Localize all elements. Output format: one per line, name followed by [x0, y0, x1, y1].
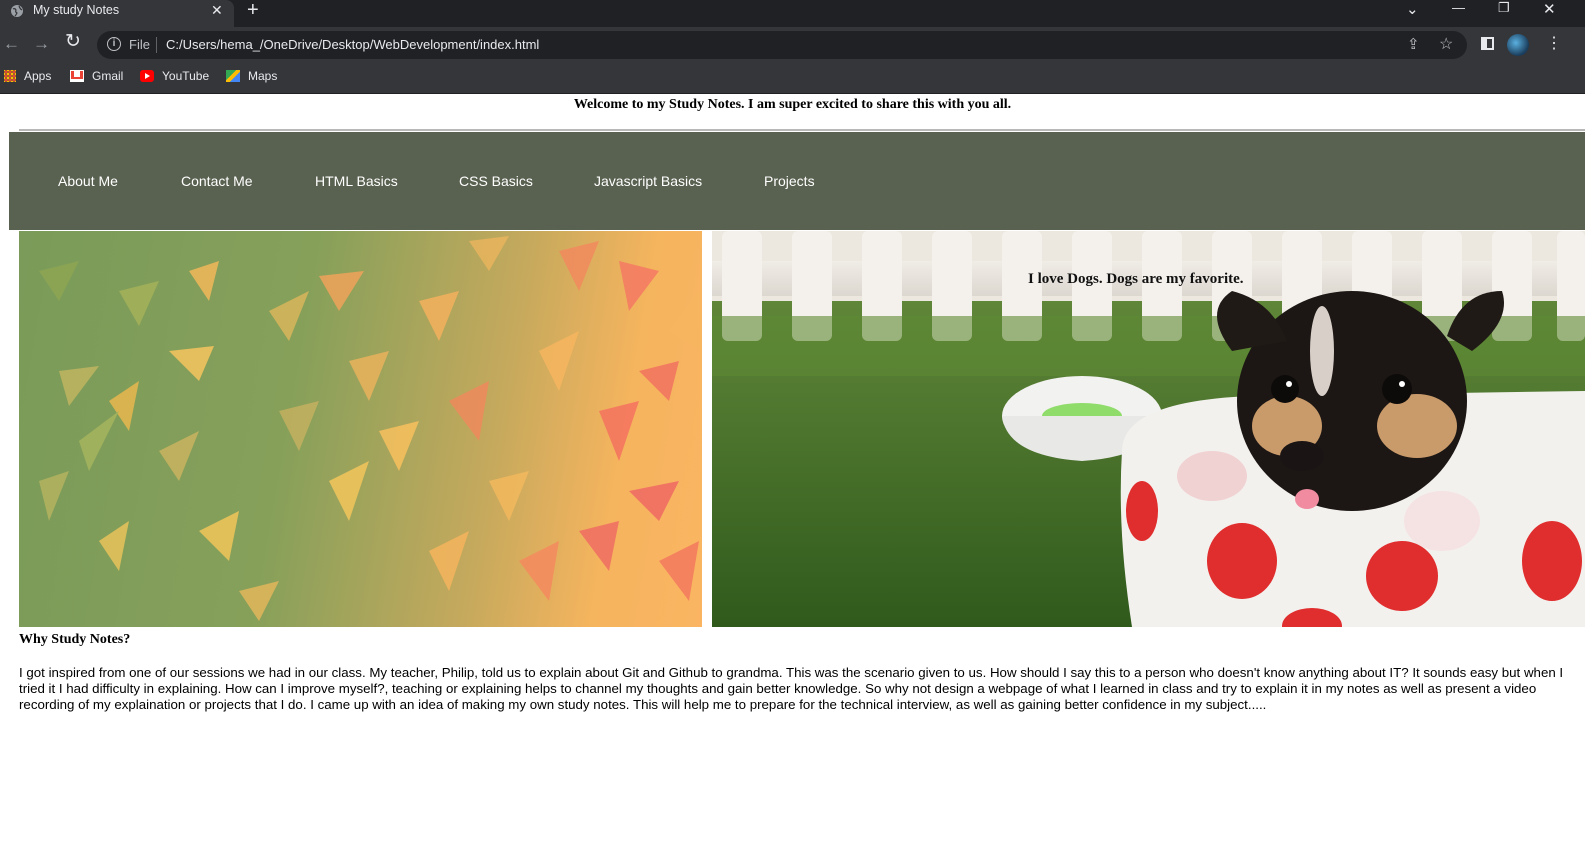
- scheme-label: File: [129, 37, 150, 52]
- bookmark-apps[interactable]: Apps: [4, 69, 51, 83]
- nav-link-javascript-basics[interactable]: Javascript Basics: [594, 173, 702, 189]
- forward-button[interactable]: →: [33, 35, 50, 52]
- side-panel-icon[interactable]: [1481, 37, 1494, 50]
- bookmarks-bar: Apps Gmail YouTube Maps: [0, 63, 1585, 94]
- apps-grid-icon: [4, 70, 16, 82]
- nav-link-about-me[interactable]: About Me: [58, 173, 118, 189]
- restore-button[interactable]: ❐: [1498, 0, 1510, 16]
- site-navbar: About Me Contact Me HTML Basics CSS Basi…: [9, 132, 1585, 230]
- page-heading: Welcome to my Study Notes. I am super ex…: [573, 97, 1012, 112]
- maps-icon: [226, 70, 240, 82]
- lowpoly-background-image: [19, 231, 702, 627]
- bookmark-label: YouTube: [162, 69, 210, 83]
- tab-search-icon[interactable]: ⌄: [1406, 0, 1419, 18]
- nav-link-css-basics[interactable]: CSS Basics: [459, 173, 533, 189]
- puppy-in-cup-photo: [712, 231, 1585, 627]
- bookmark-label: Maps: [248, 69, 278, 83]
- tab-title: My study Notes: [33, 3, 120, 17]
- nav-link-html-basics[interactable]: HTML Basics: [315, 173, 398, 189]
- section-heading: Why Study Notes?: [19, 632, 131, 647]
- bookmark-gmail[interactable]: Gmail: [70, 69, 123, 83]
- nav-link-projects[interactable]: Projects: [764, 173, 815, 189]
- browser-tab[interactable]: My study Notes ✕: [0, 0, 234, 27]
- bookmark-maps[interactable]: Maps: [226, 69, 277, 83]
- bookmark-youtube[interactable]: YouTube: [140, 69, 209, 83]
- bookmark-star-icon[interactable]: ☆: [1439, 34, 1453, 54]
- web-page: Welcome to my Study Notes. I am super ex…: [0, 95, 1585, 847]
- dog-caption: I love Dogs. Dogs are my favorite.: [1028, 271, 1244, 287]
- profile-avatar-icon[interactable]: [1507, 34, 1529, 56]
- close-window-button[interactable]: ✕: [1543, 0, 1556, 18]
- address-bar[interactable]: i File C:/Users/hema_/OneDrive/Desktop/W…: [97, 31, 1467, 59]
- horizontal-rule: [19, 129, 1585, 131]
- globe-icon: [11, 5, 23, 17]
- tab-strip: My study Notes ✕ + ⌄ — ❐ ✕: [0, 0, 1585, 27]
- menu-icon[interactable]: ⋮: [1546, 33, 1562, 53]
- section-paragraph: I got inspired from one of our sessions …: [19, 665, 1564, 712]
- minimize-button[interactable]: —: [1452, 0, 1465, 15]
- divider: [156, 37, 157, 53]
- browser-toolbar: ← → ↻ i File C:/Users/hema_/OneDrive/Des…: [0, 27, 1585, 63]
- bookmark-label: Gmail: [92, 69, 124, 83]
- reload-button[interactable]: ↻: [65, 32, 81, 51]
- new-tab-button[interactable]: +: [247, 0, 259, 20]
- bookmark-label: Apps: [24, 69, 52, 83]
- back-button[interactable]: ←: [3, 35, 20, 52]
- youtube-icon: [140, 70, 154, 82]
- share-icon[interactable]: ⇪: [1407, 35, 1420, 53]
- url-text[interactable]: C:/Users/hema_/OneDrive/Desktop/WebDevel…: [166, 37, 539, 52]
- info-icon[interactable]: i: [107, 37, 121, 51]
- gmail-icon: [70, 70, 84, 82]
- close-tab-icon[interactable]: ✕: [211, 2, 223, 19]
- nav-link-contact-me[interactable]: Contact Me: [181, 173, 253, 189]
